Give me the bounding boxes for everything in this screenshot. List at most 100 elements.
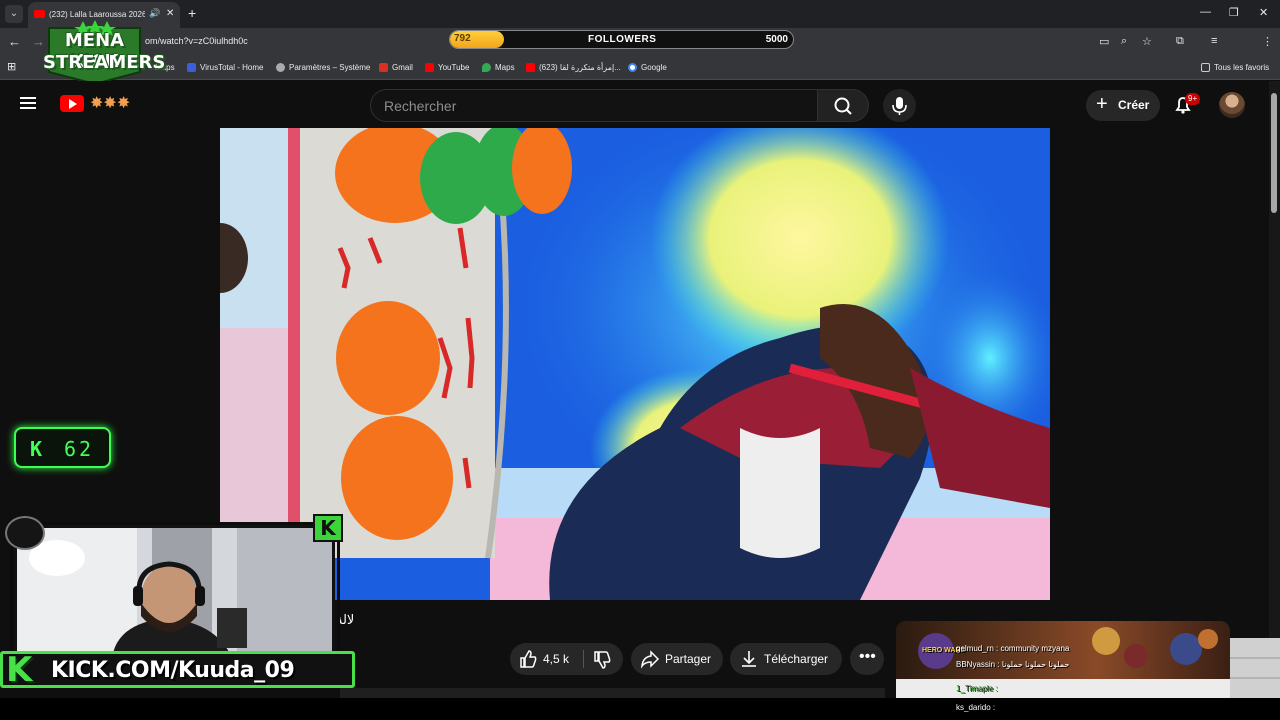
- bookmark-gmail[interactable]: Gmail: [379, 61, 413, 75]
- scrollbar-thumb[interactable]: [1271, 93, 1277, 213]
- kick-logo-icon: K: [6, 650, 33, 690]
- followers-label: FOLLOWERS: [588, 34, 657, 45]
- download-icon: [742, 651, 756, 667]
- description-divider: [340, 688, 885, 698]
- media-controls-icon[interactable]: ≡: [1211, 35, 1217, 47]
- chat-message: 1_Timaple :: [956, 684, 998, 693]
- bookmarks-bar: ⊞ Maps VirusTotal - Home Paramètres – Sy…: [0, 56, 1280, 80]
- like-button[interactable]: 4,5 k: [510, 643, 582, 675]
- followers-goal-bar: 792 FOLLOWERS 5000: [449, 30, 794, 49]
- followers-current: 792: [454, 33, 471, 44]
- followers-goal: 5000: [765, 34, 788, 45]
- address-bar[interactable]: om/watch?v=zC0iulhdh0c: [145, 36, 248, 46]
- search-button[interactable]: [817, 89, 869, 122]
- play-icon: [69, 99, 77, 109]
- browser-tab-strip: ⌄ (232) Lalla Laaroussa 2026 🔊 ✕ + — ❐ ✕: [0, 0, 1280, 28]
- bookmark-youtube[interactable]: YouTube: [425, 61, 469, 75]
- bookmark-label: (623) إمرأة متكررة لقا...: [539, 63, 621, 72]
- chat-side-panel: [1230, 638, 1280, 698]
- extensions-icon[interactable]: ⧉: [1176, 35, 1184, 48]
- youtube-icon: [526, 63, 535, 73]
- kick-counter-value: 62: [64, 437, 95, 461]
- share-arrow-icon: [640, 650, 660, 669]
- tab-search-button[interactable]: ⌄: [5, 5, 23, 23]
- more-actions-button[interactable]: •••: [850, 643, 884, 675]
- video-frame-content: [220, 128, 1050, 600]
- kebab-menu-icon[interactable]: ⋮: [1262, 35, 1273, 48]
- chat-username: ks_darido :: [956, 703, 996, 712]
- new-tab-button[interactable]: +: [188, 5, 196, 21]
- stream-chat-overlay: HERO WARS gelmud_rn : community mzyana B…: [896, 621, 1230, 679]
- all-bookmarks-label: Tous les favoris: [1214, 63, 1270, 72]
- like-count: 4,5 k: [543, 652, 570, 666]
- create-label: Créer: [1118, 98, 1150, 112]
- cast-icon[interactable]: ▭: [1099, 35, 1109, 48]
- gmail-icon: [379, 63, 388, 73]
- bookmark-label: Google: [641, 63, 667, 72]
- dislike-button[interactable]: [584, 643, 623, 675]
- more-horizontal-icon: •••: [859, 648, 876, 665]
- page-scrollbar[interactable]: [1269, 81, 1280, 698]
- youtube-favicon-icon: [34, 10, 45, 18]
- minimize-button[interactable]: —: [1200, 6, 1211, 18]
- bookmark-label: VirusTotal - Home: [200, 63, 264, 72]
- kick-badge-icon: K: [313, 514, 343, 542]
- share-button[interactable]: Partager: [631, 643, 723, 675]
- voice-search-button[interactable]: [883, 89, 916, 122]
- youtube-icon: [425, 63, 434, 73]
- gear-icon: [276, 63, 285, 73]
- kick-channel-url: KICK.COM/Kuuda_09: [51, 658, 295, 683]
- youtube-header: ✸✸✸ + Créer 9+: [0, 81, 1280, 128]
- download-label: Télécharger: [764, 652, 829, 666]
- back-arrow-icon[interactable]: ←: [8, 34, 21, 49]
- chat-input-area: 1_Timaple :: [896, 679, 1280, 698]
- bookmark-label: Paramètres – Système: [289, 63, 371, 72]
- bookmark-label: Maps: [495, 63, 515, 72]
- search-input[interactable]: [384, 98, 784, 114]
- folder-icon: [1201, 63, 1210, 73]
- apps-grid-icon[interactable]: ⊞: [7, 60, 16, 74]
- bookmark-label: Gmail: [392, 63, 413, 72]
- restore-button[interactable]: ❐: [1229, 6, 1239, 19]
- bookmark-settings[interactable]: Paramètres – Système: [276, 61, 370, 75]
- microphone-icon: [892, 97, 907, 115]
- bookmark-video[interactable]: (623) إمرأة متكررة لقا...: [526, 61, 621, 75]
- search-icon: [834, 97, 852, 115]
- chat-message: gelmud_rn : community mzyana: [956, 644, 1070, 653]
- mena-kick-streamers-logo: MENA KICK STREAMERS: [43, 20, 166, 86]
- tab-close-icon[interactable]: ✕: [166, 8, 174, 19]
- kick-channel-banner: K KICK.COM/Kuuda_09: [0, 650, 355, 690]
- zoom-icon[interactable]: ⌕: [1121, 35, 1127, 48]
- kick-logo-icon: K: [30, 437, 43, 461]
- google-icon: [628, 63, 637, 73]
- youtube-doodle-icon[interactable]: ✸✸✸: [90, 93, 130, 113]
- audio-playing-icon[interactable]: 🔊: [149, 8, 160, 19]
- bookmark-label: YouTube: [438, 63, 470, 72]
- maps-pin-icon: [482, 63, 491, 73]
- search-box: [370, 89, 818, 122]
- like-dislike-group: 4,5 k: [510, 643, 623, 675]
- notification-badge: 9+: [1185, 93, 1201, 105]
- account-avatar[interactable]: [1219, 92, 1245, 118]
- plus-icon: +: [1096, 93, 1108, 115]
- hamburger-menu-icon[interactable]: [20, 94, 40, 114]
- chat-message: BBNyassin : حملونا حملونا حملونا: [956, 660, 1070, 669]
- bookmark-google[interactable]: Google: [628, 61, 667, 75]
- virustotal-icon: [187, 63, 196, 73]
- video-player[interactable]: [220, 128, 1050, 600]
- webcam-border: [10, 522, 340, 658]
- share-label: Partager: [665, 652, 712, 666]
- download-button[interactable]: Télécharger: [730, 643, 842, 675]
- thumbs-down-icon: [594, 651, 611, 669]
- bookmark-maps-2[interactable]: Maps: [482, 61, 515, 75]
- bottom-black-bar: [0, 698, 1280, 720]
- bookmark-virustotal[interactable]: VirusTotal - Home: [187, 61, 263, 75]
- thumbs-up-icon: [520, 650, 537, 668]
- bookmark-star-icon[interactable]: ☆: [1142, 35, 1152, 48]
- create-button[interactable]: + Créer: [1086, 90, 1160, 121]
- all-bookmarks[interactable]: Tous les favoris: [1201, 61, 1269, 75]
- youtube-logo[interactable]: [60, 95, 84, 112]
- streamer-emblem-icon: [5, 516, 45, 550]
- logo-line-2: STREAMERS: [43, 52, 166, 73]
- close-window-button[interactable]: ✕: [1259, 6, 1268, 19]
